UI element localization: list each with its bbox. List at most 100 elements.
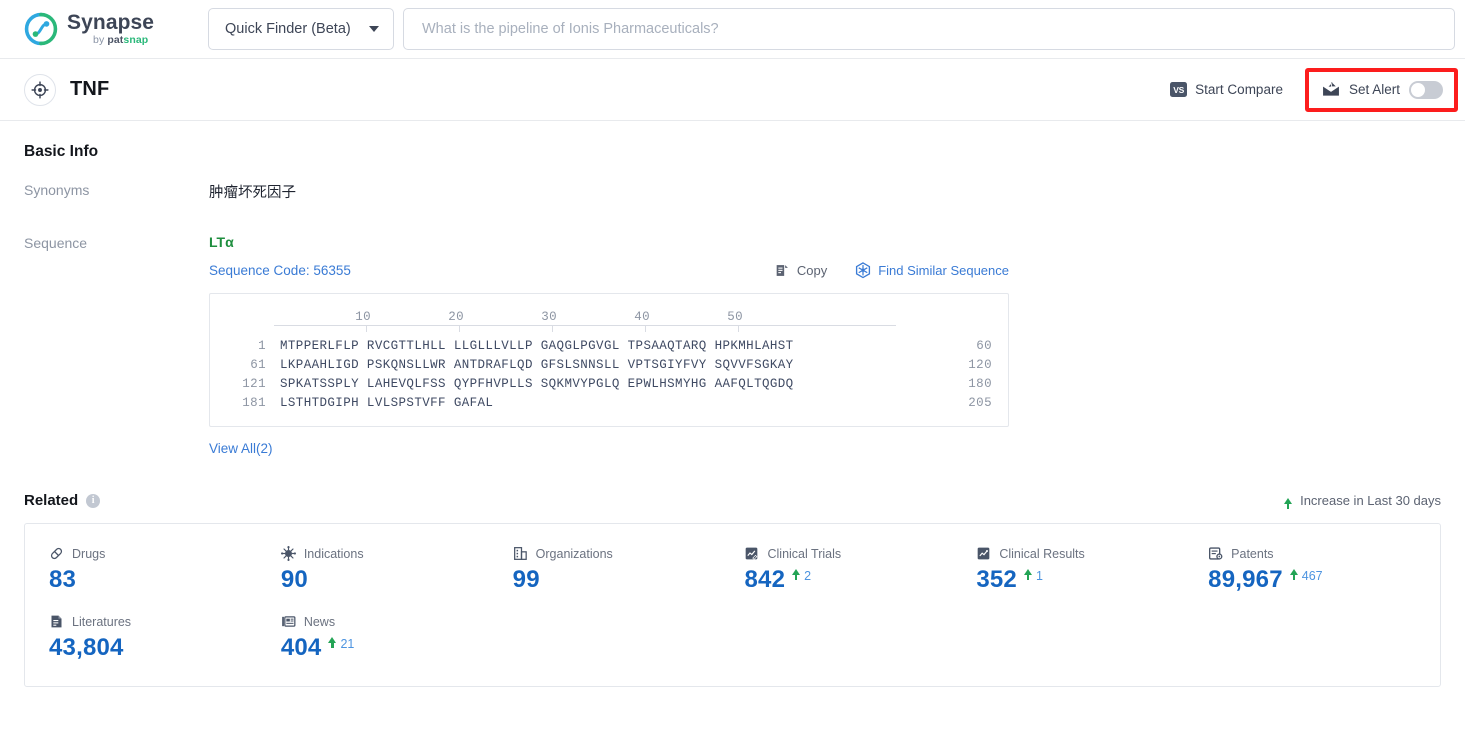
arrow-up-icon — [1289, 569, 1298, 580]
set-alert-label[interactable]: Set Alert — [1349, 82, 1400, 97]
metric-value-row: 842 2 — [744, 568, 976, 592]
metric-label: Drugs — [72, 546, 106, 561]
find-similar-label: Find Similar Sequence — [878, 263, 1009, 278]
metric-patents[interactable]: Patents 89,967 467 — [1208, 546, 1440, 592]
sequence-residues: LSTHTDGIPH LVLSPSTVFF GAFAL — [280, 396, 494, 410]
copy-button[interactable]: Copy — [775, 263, 827, 278]
synonyms-row: Synonyms 肿瘤坏死因子 — [24, 181, 1441, 202]
sequence-toolbar: Sequence Code: 56355 Copy Find Similar S… — [209, 262, 1009, 279]
metric-value-row: 90 — [281, 568, 513, 592]
basic-info-heading: Basic Info — [24, 143, 99, 160]
search-box[interactable] — [403, 8, 1455, 50]
metric-label: Clinical Results — [999, 546, 1085, 561]
metric-delta-value: 2 — [804, 569, 812, 583]
set-alert-highlight-box: Set Alert — [1304, 67, 1458, 112]
literature-icon — [51, 615, 62, 628]
sequence-ruler: 10 20 30 40 50 — [274, 306, 992, 334]
target-icon-container — [24, 73, 56, 106]
ruler-tick — [645, 325, 646, 332]
target-title-bar: TNF VS Start Compare Set Alert — [0, 59, 1465, 121]
main-content: Basic Info Synonyms 肿瘤坏死因子 Sequence LTα … — [0, 143, 1465, 687]
sequence-label: Sequence — [24, 235, 88, 251]
sequence-end-index: 60 — [976, 339, 992, 353]
metric-label: Organizations — [535, 546, 613, 561]
ruler-tick — [552, 325, 553, 332]
start-compare-label: Start Compare — [1195, 82, 1283, 97]
find-similar-sequence-button[interactable]: Find Similar Sequence — [855, 262, 1009, 279]
synapse-logo-icon — [24, 12, 58, 46]
metric-indications[interactable]: Indications 90 — [280, 546, 513, 592]
top-navigation-bar: Synapse by patsnap Quick Finder (Beta) — [0, 0, 1465, 59]
view-all-sequences-link[interactable]: View All(2) — [209, 441, 273, 456]
metric-clinical-results[interactable]: Clinical Results 352 1 — [976, 546, 1208, 592]
start-compare-button[interactable]: VS Start Compare — [1170, 82, 1283, 97]
brand-logo-area[interactable]: Synapse by patsnap — [24, 12, 176, 46]
metric-value-row: 43,804 — [49, 636, 281, 660]
set-alert-toggle[interactable] — [1409, 80, 1443, 99]
sequence-residues: MTPPERLFLP RVCGTTLHLL LLGLLLVLLP GAQGLPG… — [280, 339, 794, 353]
clinical-trial-icon — [746, 547, 758, 560]
ruler-number: 20 — [448, 310, 464, 324]
metric-drugs[interactable]: Drugs 83 — [49, 546, 281, 592]
metric-value-row: 83 — [49, 568, 281, 592]
metric-value-row: 89,967 467 — [1208, 568, 1440, 592]
mail-alert-icon — [1323, 82, 1339, 96]
copy-label: Copy — [796, 263, 828, 278]
metric-label: News — [303, 614, 336, 629]
metric-value: 842 — [744, 566, 786, 593]
quick-finder-dropdown[interactable]: Quick Finder (Beta) — [208, 8, 394, 50]
sequence-code-link[interactable]: Sequence Code: 56355 — [209, 263, 351, 278]
search-input[interactable] — [420, 20, 1438, 38]
ruler-number: 40 — [634, 310, 650, 324]
metric-label-row: Clinical Results — [976, 546, 1208, 561]
sequence-viewer: 10 20 30 40 50 1 MTPPERLFLP RVCGTTLHLL L… — [209, 293, 1009, 427]
metric-value: 404 — [280, 634, 322, 661]
sequence-row: Sequence LTα Sequence Code: 56355 Copy F… — [24, 234, 1441, 458]
brand-tagline: by patsnap — [93, 34, 149, 47]
metric-value-row: 99 — [513, 568, 745, 592]
news-icon — [281, 616, 296, 627]
metric-news[interactable]: News 404 21 — [281, 614, 513, 660]
metric-delta-value: 1 — [1035, 569, 1043, 583]
virus-icon — [280, 546, 296, 561]
pill-icon — [50, 547, 63, 560]
related-header: Related i Increase in Last 30 days — [24, 492, 1441, 509]
arrow-up-icon — [1284, 497, 1293, 509]
metric-delta-value: 467 — [1301, 569, 1323, 583]
ruler-number: 10 — [355, 310, 371, 324]
arrow-up-icon — [792, 569, 801, 580]
toggle-knob — [1411, 82, 1425, 97]
metric-label-row: Literatures — [49, 614, 281, 629]
ruler-tick — [459, 325, 460, 332]
copy-icon — [776, 265, 788, 276]
metric-clinical-trials[interactable]: Clinical Trials 842 2 — [744, 546, 976, 592]
metric-label-row: Indications — [280, 546, 513, 561]
metric-value: 99 — [512, 566, 540, 593]
metric-label-row: Patents — [1208, 546, 1440, 561]
ruler-tick — [738, 325, 739, 332]
ruler-line — [274, 325, 896, 326]
sequence-line: 181 LSTHTDGIPH LVLSPSTVFF GAFAL 205 — [226, 396, 992, 410]
sequence-line: 121 SPKATSSPLY LAHEVQLFSS QYPFHVPLLS SQK… — [226, 377, 992, 391]
arrow-up-icon — [328, 637, 337, 648]
sequence-residues: LKPAAHLIGD PSKQNSLLWR ANTDRAFLQD GFSLSNN… — [280, 358, 794, 372]
metric-label: Literatures — [72, 614, 132, 629]
brand-name: Synapse — [67, 11, 155, 35]
metric-literatures[interactable]: Literatures 43,804 — [49, 614, 281, 660]
sequence-start-index: 1 — [258, 339, 266, 353]
sequence-name: LTα — [209, 234, 234, 250]
metric-label-row: Organizations — [513, 546, 745, 561]
sequence-line: 1 MTPPERLFLP RVCGTTLHLL LLGLLLVLLP GAQGL… — [226, 339, 992, 353]
metric-value: 352 — [976, 566, 1017, 593]
synonyms-value: 肿瘤坏死因子 — [209, 185, 296, 201]
info-icon[interactable]: i — [86, 493, 101, 508]
synonyms-label: Synonyms — [24, 182, 90, 198]
metric-label: Patents — [1231, 546, 1274, 561]
target-crosshair-icon — [31, 80, 49, 99]
metric-organizations[interactable]: Organizations 99 — [513, 546, 745, 592]
metric-value-row: 404 21 — [281, 636, 513, 660]
ruler-number: 50 — [727, 310, 743, 324]
metric-value: 89,967 — [1208, 566, 1283, 593]
increase-legend: Increase in Last 30 days — [1284, 493, 1441, 509]
sequence-start-index: 121 — [242, 377, 266, 391]
